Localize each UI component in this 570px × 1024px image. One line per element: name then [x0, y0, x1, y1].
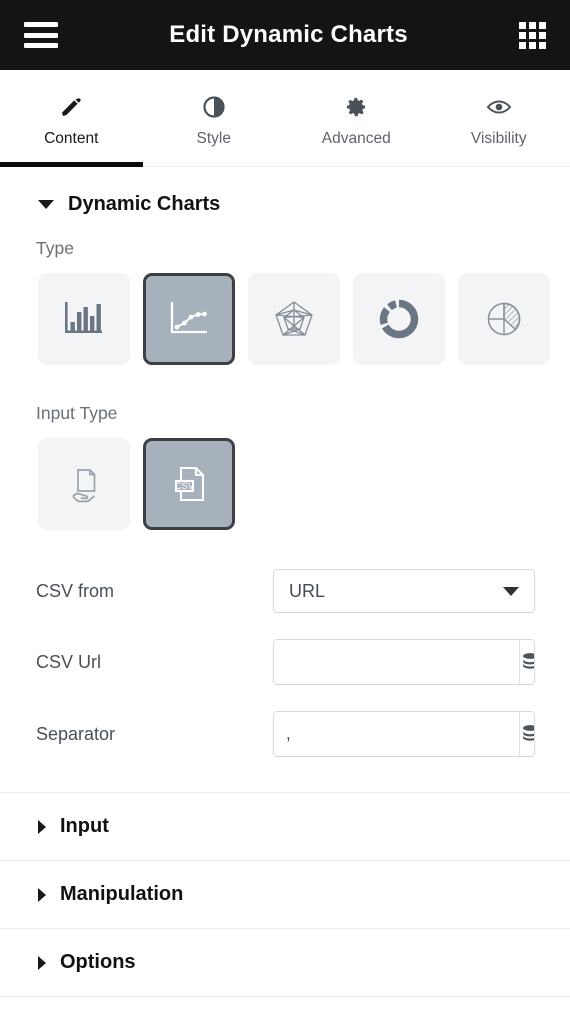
tab-label-visibility: Visibility — [471, 130, 527, 148]
csv-url-dynamic-button[interactable] — [519, 640, 535, 684]
tab-advanced[interactable]: Advanced — [285, 70, 428, 166]
tab-style[interactable]: Style — [143, 70, 286, 166]
line-chart-icon — [166, 298, 212, 340]
pie-chart-icon — [482, 297, 526, 341]
type-label: Type — [0, 238, 570, 273]
database-stack-icon — [520, 723, 535, 745]
bar-chart-icon — [61, 298, 107, 340]
csv-url-input[interactable] — [274, 640, 519, 684]
separator-input-wrapper — [273, 711, 535, 757]
hamburger-menu-icon[interactable] — [24, 22, 58, 48]
doughnut-chart-icon — [377, 297, 421, 341]
csv-from-value: URL — [289, 581, 325, 602]
tab-bar: Content Style Advanced — [0, 70, 570, 167]
row-csv-from: CSV from URL — [0, 556, 570, 626]
chart-type-pie[interactable] — [458, 273, 550, 365]
row-csv-url: CSV Url — [0, 626, 570, 698]
tab-label-style: Style — [197, 130, 231, 148]
document-hand-icon — [61, 461, 107, 507]
tab-visibility[interactable]: Visibility — [428, 70, 570, 166]
csv-url-input-wrapper — [273, 639, 535, 685]
csv-url-label: CSV Url — [36, 652, 101, 673]
row-separator: Separator — [0, 698, 570, 770]
input-type-manual[interactable] — [38, 438, 130, 530]
chart-type-doughnut[interactable] — [353, 273, 445, 365]
tab-label-advanced: Advanced — [322, 130, 391, 148]
section-manipulation: Manipulation — [0, 861, 570, 929]
section-options: Options — [0, 929, 570, 997]
separator-label: Separator — [36, 724, 115, 745]
section-title: Dynamic Charts — [68, 193, 220, 216]
section-input-header[interactable]: Input — [0, 793, 570, 860]
chart-type-radar[interactable] — [248, 273, 340, 365]
eye-icon — [486, 94, 512, 120]
csv-from-label: CSV from — [36, 581, 114, 602]
csv-file-icon: CSV — [165, 460, 213, 508]
pencil-icon — [59, 94, 83, 120]
separator-input[interactable] — [274, 712, 519, 756]
radar-chart-icon — [271, 297, 317, 341]
gear-icon — [344, 94, 368, 120]
chart-type-line[interactable] — [143, 273, 235, 365]
csv-from-select[interactable]: URL — [273, 569, 535, 613]
chevron-right-icon — [38, 820, 46, 834]
chevron-down-icon — [38, 200, 54, 209]
section-input: Input — [0, 793, 570, 861]
tab-content[interactable]: Content — [0, 70, 143, 166]
chart-type-options — [0, 273, 570, 365]
section-options-title: Options — [60, 951, 136, 974]
chevron-right-icon — [38, 888, 46, 902]
separator-dynamic-button[interactable] — [519, 712, 535, 756]
input-type-label: Input Type — [0, 389, 570, 438]
tab-label-content: Content — [44, 130, 98, 148]
section-manipulation-header[interactable]: Manipulation — [0, 861, 570, 928]
page-title: Edit Dynamic Charts — [169, 21, 408, 49]
database-stack-icon — [520, 651, 535, 673]
chart-type-bar[interactable] — [38, 273, 130, 365]
section-input-title: Input — [60, 815, 109, 838]
input-type-options: CSV — [0, 438, 570, 530]
contrast-circle-icon — [202, 94, 226, 120]
editor-panel: Edit Dynamic Charts Content Style — [0, 0, 570, 1024]
section-manipulation-title: Manipulation — [60, 883, 183, 906]
input-type-csv[interactable]: CSV — [143, 438, 235, 530]
chevron-down-icon — [503, 587, 519, 596]
section-options-header[interactable]: Options — [0, 929, 570, 996]
csv-badge-text: CSV — [175, 481, 195, 491]
chevron-right-icon — [38, 956, 46, 970]
section-dynamic-charts-header[interactable]: Dynamic Charts — [0, 167, 570, 238]
top-header-bar: Edit Dynamic Charts — [0, 0, 570, 70]
content-panel: Dynamic Charts Type — [0, 167, 570, 997]
grid-apps-icon[interactable] — [519, 22, 546, 49]
